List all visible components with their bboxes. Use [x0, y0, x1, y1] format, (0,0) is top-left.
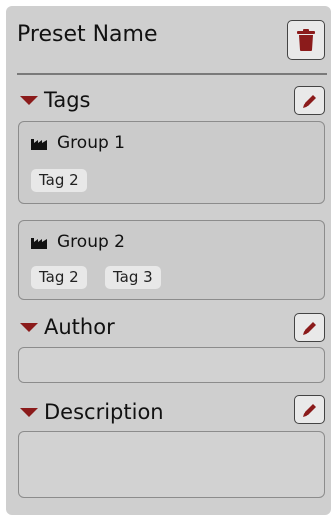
tag-group-name: Group 2	[57, 232, 125, 252]
description-section-toggle[interactable]: Description	[20, 402, 164, 423]
tag-group-name: Group 1	[57, 133, 125, 153]
author-field[interactable]	[18, 347, 325, 383]
pencil-icon	[302, 94, 316, 108]
preset-panel: Preset Name Tags Group 1 Tag 2 Group 2 T…	[6, 6, 331, 515]
pencil-icon	[302, 321, 316, 335]
description-section-label: Description	[44, 400, 164, 424]
edit-description-button[interactable]	[294, 395, 325, 424]
title-divider	[17, 73, 327, 75]
collapse-triangle-icon	[20, 96, 38, 105]
preset-name-title: Preset Name	[17, 22, 158, 47]
tag-group-header: Group 2	[31, 232, 125, 252]
tag-group-card: Group 1 Tag 2	[18, 121, 325, 204]
pencil-icon	[302, 403, 316, 417]
edit-author-button[interactable]	[294, 313, 325, 342]
tag-group-header: Group 1	[31, 133, 125, 153]
tags-section-toggle[interactable]: Tags	[20, 90, 91, 111]
delete-preset-button[interactable]	[287, 20, 325, 60]
factory-icon	[31, 138, 47, 150]
edit-tags-button[interactable]	[294, 86, 325, 115]
collapse-triangle-icon	[20, 323, 38, 332]
collapse-triangle-icon	[20, 408, 38, 417]
trash-icon	[297, 29, 315, 51]
tag-chip[interactable]: Tag 3	[105, 266, 161, 289]
tag-chip[interactable]: Tag 2	[31, 169, 87, 192]
author-section-label: Author	[44, 315, 115, 339]
tags-section-label: Tags	[44, 88, 91, 112]
factory-icon	[31, 237, 47, 249]
tag-group-card: Group 2 Tag 2 Tag 3	[18, 220, 325, 300]
author-section-toggle[interactable]: Author	[20, 317, 115, 338]
tag-chip[interactable]: Tag 2	[31, 266, 87, 289]
description-field[interactable]	[18, 431, 325, 498]
